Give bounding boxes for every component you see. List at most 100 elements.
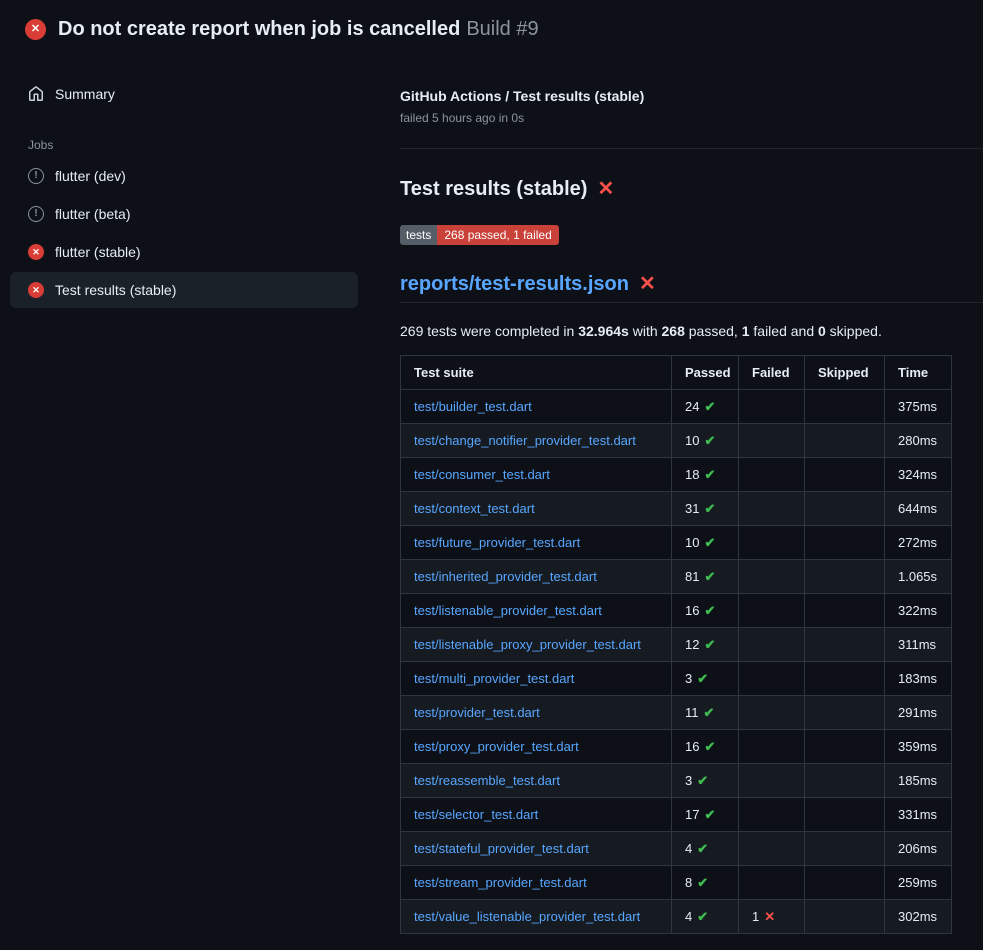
failed-cell	[739, 866, 805, 900]
test-suite-link[interactable]: test/context_test.dart	[414, 501, 535, 516]
suite-cell: test/listenable_proxy_provider_test.dart	[401, 628, 672, 662]
passed-count: 268	[662, 323, 685, 339]
breadcrumb: GitHub Actions / Test results (stable)	[400, 86, 983, 106]
skipped-cell	[805, 764, 885, 798]
time-cell: 302ms	[885, 900, 952, 934]
passed-cell: 31✔	[672, 492, 739, 526]
suite-cell: test/provider_test.dart	[401, 696, 672, 730]
check-icon: ✔	[704, 807, 715, 822]
failed-cell	[739, 390, 805, 424]
build-number: Build #9	[466, 18, 538, 40]
table-row: test/context_test.dart 31✔ 644ms	[401, 492, 952, 526]
skipped-cell	[805, 628, 885, 662]
sidebar-job-item[interactable]: ! flutter (dev)	[10, 158, 358, 194]
passed-cell: 11✔	[672, 696, 739, 730]
sidebar-job-item[interactable]: ✕ Test results (stable)	[10, 272, 358, 308]
passed-cell: 17✔	[672, 798, 739, 832]
skipped-cell	[805, 662, 885, 696]
table-row: test/builder_test.dart 24✔ 375ms	[401, 390, 952, 424]
report-link[interactable]: reports/test-results.json	[400, 271, 629, 297]
x-circle-icon: ✕	[25, 19, 46, 40]
failed-cell	[739, 526, 805, 560]
check-icon: ✔	[704, 739, 715, 754]
skipped-count: 0	[818, 323, 826, 339]
table-row: test/inherited_provider_test.dart 81✔ 1.…	[401, 560, 952, 594]
test-suite-link[interactable]: test/listenable_provider_test.dart	[414, 603, 602, 618]
time-cell: 324ms	[885, 458, 952, 492]
failed-x-icon: ✕	[597, 179, 614, 199]
sidebar-item-summary[interactable]: Summary	[10, 76, 358, 112]
jobs-list: ! flutter (dev) ! flutter (beta) ✕ flutt…	[0, 158, 368, 308]
results-table: Test suite Passed Failed Skipped Time te…	[400, 355, 952, 934]
skipped-cell	[805, 560, 885, 594]
failed-cell	[739, 560, 805, 594]
time-cell: 1.065s	[885, 560, 952, 594]
section-title: Test results (stable) ✕	[400, 175, 983, 203]
test-suite-link[interactable]: test/builder_test.dart	[414, 399, 532, 414]
table-row: test/future_provider_test.dart 10✔ 272ms	[401, 526, 952, 560]
sidebar-job-item[interactable]: ✕ flutter (stable)	[10, 234, 358, 270]
table-row: test/provider_test.dart 11✔ 291ms	[401, 696, 952, 730]
suite-cell: test/multi_provider_test.dart	[401, 662, 672, 696]
divider	[400, 148, 983, 149]
suite-cell: test/stream_provider_test.dart	[401, 866, 672, 900]
check-icon: ✔	[704, 467, 715, 482]
table-row: test/consumer_test.dart 18✔ 324ms	[401, 458, 952, 492]
test-suite-link[interactable]: test/consumer_test.dart	[414, 467, 550, 482]
suite-cell: test/inherited_provider_test.dart	[401, 560, 672, 594]
passed-cell: 16✔	[672, 730, 739, 764]
test-suite-link[interactable]: test/inherited_provider_test.dart	[414, 569, 597, 584]
time-cell: 322ms	[885, 594, 952, 628]
table-row: test/change_notifier_provider_test.dart …	[401, 424, 952, 458]
test-suite-link[interactable]: test/stateful_provider_test.dart	[414, 841, 589, 856]
table-row: test/listenable_provider_test.dart 16✔ 3…	[401, 594, 952, 628]
failed-cell	[739, 696, 805, 730]
col-header-skipped: Skipped	[805, 356, 885, 390]
test-suite-link[interactable]: test/future_provider_test.dart	[414, 535, 580, 550]
skipped-cell	[805, 458, 885, 492]
time-cell: 185ms	[885, 764, 952, 798]
col-header-test-suite: Test suite	[401, 356, 672, 390]
suite-cell: test/stateful_provider_test.dart	[401, 832, 672, 866]
failed-x-icon: ✕	[639, 274, 656, 294]
test-suite-link[interactable]: test/provider_test.dart	[414, 705, 540, 720]
table-row: test/value_listenable_provider_test.dart…	[401, 900, 952, 934]
suite-cell: test/reassemble_test.dart	[401, 764, 672, 798]
skipped-cell	[805, 900, 885, 934]
test-suite-link[interactable]: test/listenable_proxy_provider_test.dart	[414, 637, 641, 652]
time-cell: 291ms	[885, 696, 952, 730]
test-suite-link[interactable]: test/proxy_provider_test.dart	[414, 739, 579, 754]
passed-cell: 24✔	[672, 390, 739, 424]
time-cell: 272ms	[885, 526, 952, 560]
passed-cell: 18✔	[672, 458, 739, 492]
sidebar-job-label: flutter (beta)	[55, 206, 130, 222]
time-cell: 311ms	[885, 628, 952, 662]
skipped-cell	[805, 798, 885, 832]
sidebar-item-label: Summary	[55, 86, 115, 102]
check-icon: ✔	[697, 909, 708, 924]
sidebar-job-label: flutter (stable)	[55, 244, 141, 260]
results-table-body: test/builder_test.dart 24✔ 375ms test/ch…	[401, 390, 952, 934]
main-content: GitHub Actions / Test results (stable) f…	[368, 52, 983, 934]
sidebar-job-label: flutter (dev)	[55, 168, 126, 184]
test-suite-link[interactable]: test/reassemble_test.dart	[414, 773, 560, 788]
test-suite-link[interactable]: test/selector_test.dart	[414, 807, 538, 822]
suite-cell: test/change_notifier_provider_test.dart	[401, 424, 672, 458]
test-suite-link[interactable]: test/stream_provider_test.dart	[414, 875, 587, 890]
sidebar-job-item[interactable]: ! flutter (beta)	[10, 196, 358, 232]
table-row: test/reassemble_test.dart 3✔ 185ms	[401, 764, 952, 798]
suite-cell: test/selector_test.dart	[401, 798, 672, 832]
failed-cell	[739, 662, 805, 696]
test-suite-link[interactable]: test/change_notifier_provider_test.dart	[414, 433, 636, 448]
section-title-text: Test results (stable)	[400, 175, 587, 203]
test-suite-link[interactable]: test/value_listenable_provider_test.dart	[414, 909, 640, 924]
test-suite-link[interactable]: test/multi_provider_test.dart	[414, 671, 574, 686]
passed-cell: 3✔	[672, 662, 739, 696]
passed-cell: 10✔	[672, 526, 739, 560]
passed-cell: 81✔	[672, 560, 739, 594]
alert-circle-icon: !	[28, 168, 44, 184]
col-header-failed: Failed	[739, 356, 805, 390]
table-row: test/selector_test.dart 17✔ 331ms	[401, 798, 952, 832]
passed-cell: 4✔	[672, 900, 739, 934]
check-icon: ✔	[704, 433, 715, 448]
